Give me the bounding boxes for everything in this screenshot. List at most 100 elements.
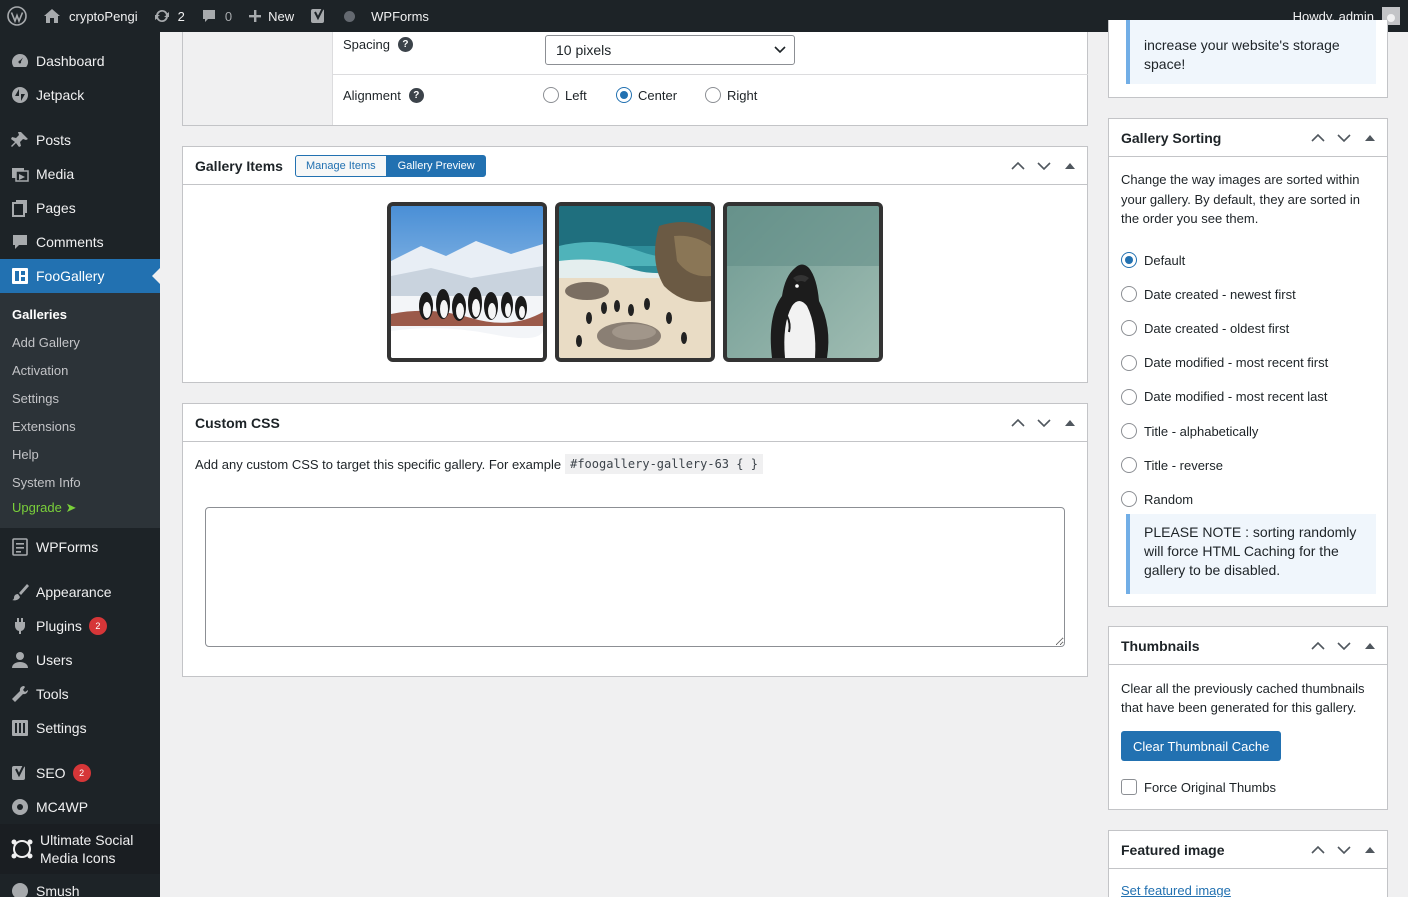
sort-option-radio[interactable] [1121,320,1137,337]
collapse-toggle-icon[interactable] [1057,410,1083,436]
menu-wpforms[interactable]: WPForms [0,530,160,564]
radio-left[interactable] [543,87,559,103]
submenu-extensions[interactable]: Extensions [0,412,160,440]
sort-option-radio[interactable] [1121,354,1137,371]
menu-posts[interactable]: Posts [0,123,160,157]
sort-option[interactable]: Default [1121,243,1381,277]
site-name-link[interactable]: cryptoPengi [35,0,146,32]
menu-pages[interactable]: Pages [0,191,160,225]
sort-option-radio[interactable] [1121,423,1137,440]
alignment-radio-center[interactable]: Center [616,87,677,103]
gallery-sorting-header: Gallery Sorting [1109,119,1387,157]
sort-option-radio[interactable] [1121,388,1137,405]
menu-jetpack[interactable]: Jetpack [0,78,160,112]
set-featured-image-link[interactable]: Set featured image [1121,883,1231,897]
sort-option-radio[interactable] [1121,457,1137,474]
wordpress-logo-icon[interactable] [0,0,35,32]
sort-option-radio[interactable] [1121,252,1137,269]
sort-option[interactable]: Title - reverse [1121,448,1381,482]
submenu-system-info[interactable]: System Info [0,468,160,496]
custom-css-textarea[interactable] [205,507,1065,647]
site-name: cryptoPengi [69,8,138,24]
gallery-thumb-3[interactable] [723,202,883,362]
yoast-seo-link[interactable] [302,0,363,32]
clear-thumbnail-cache-button[interactable]: Clear Thumbnail Cache [1121,731,1282,761]
sort-option[interactable]: Title - alphabetically [1121,414,1381,448]
menu-comments[interactable]: Comments [0,225,160,259]
status-dot-icon [344,10,356,22]
seo-notification-badge: 2 [72,764,91,782]
spacing-select[interactable]: 10 pixels [545,35,795,65]
radio-center[interactable] [616,87,632,103]
menu-foogallery[interactable]: FooGallery [0,259,160,293]
move-up-icon[interactable] [1305,125,1331,151]
sort-option[interactable]: Date created - oldest first [1121,311,1381,345]
submenu-galleries[interactable]: Galleries [0,300,160,328]
settings-tabs-column [183,32,333,125]
settings-sliders-icon [10,718,30,738]
submenu-upgrade[interactable]: Upgrade ➤ [0,496,160,520]
move-up-icon[interactable] [1005,153,1031,179]
collapse-toggle-icon[interactable] [1357,125,1383,151]
penguins-snow-image [391,206,543,358]
sort-option[interactable]: Date created - newest first [1121,277,1381,311]
home-icon [43,8,61,24]
custom-css-controls [1005,410,1087,436]
move-down-icon[interactable] [1331,837,1357,863]
penguins-beach-image [559,206,711,358]
menu-media[interactable]: Media [0,157,160,191]
move-down-icon[interactable] [1031,153,1057,179]
comments-count: 0 [224,8,233,24]
menu-dashboard[interactable]: Dashboard [0,44,160,78]
comments-icon [10,232,30,252]
sort-option[interactable]: Random [1121,482,1381,516]
new-content-link[interactable]: New [240,0,302,32]
move-down-icon[interactable] [1331,125,1357,151]
force-original-thumbs-checkbox[interactable] [1121,779,1137,795]
gallery-thumb-1[interactable] [387,202,547,362]
menu-settings[interactable]: Settings [0,711,160,745]
sort-option[interactable]: Date modified - most recent first [1121,346,1381,380]
submenu-help[interactable]: Help [0,440,160,468]
sort-option[interactable]: Date modified - most recent last [1121,380,1381,414]
gallery-sorting-panel: Gallery Sorting Change the way images ar… [1108,118,1388,607]
menu-mc4wp[interactable]: MC4WP [0,790,160,824]
move-down-icon[interactable] [1031,410,1057,436]
force-original-thumbs-row[interactable]: Force Original Thumbs [1121,779,1276,795]
submenu-activation[interactable]: Activation [0,356,160,384]
menu-plugins[interactable]: Plugins 2 [0,609,160,643]
comments-link[interactable]: 0 [193,0,240,32]
menu-plugins-label: Plugins [36,618,82,634]
thumbnails-header: Thumbnails [1109,627,1387,665]
menu-appearance[interactable]: Appearance [0,575,160,609]
gallery-preview-button[interactable]: Gallery Preview [386,154,486,177]
random-sort-note: PLEASE NOTE : sorting randomly will forc… [1126,514,1376,594]
spacing-help-icon[interactable]: ? [397,37,413,52]
move-down-icon[interactable] [1331,633,1357,659]
submenu-settings[interactable]: Settings [0,384,160,412]
gallery-thumb-2[interactable] [555,202,715,362]
submenu-add-gallery[interactable]: Add Gallery [0,328,160,356]
sort-option-radio[interactable] [1121,286,1137,303]
updates-link[interactable]: 2 [146,0,193,32]
menu-ultimate-social-media[interactable]: Ultimate Social Media Icons [0,824,160,874]
collapse-toggle-icon[interactable] [1357,837,1383,863]
move-up-icon[interactable] [1305,633,1331,659]
gallery-sorting-description: Change the way images are sorted within … [1121,172,1360,226]
menu-seo[interactable]: SEO 2 [0,756,160,790]
move-up-icon[interactable] [1305,837,1331,863]
radio-right[interactable] [705,87,721,103]
alignment-label-wrap: Alignment ? [343,88,424,103]
alignment-help-icon[interactable]: ? [408,88,424,103]
wpforms-link[interactable]: WPForms [363,0,437,32]
alignment-radio-left[interactable]: Left [543,87,587,103]
alignment-radio-right[interactable]: Right [705,87,757,103]
sort-option-radio[interactable] [1121,491,1137,508]
collapse-toggle-icon[interactable] [1357,633,1383,659]
menu-tools[interactable]: Tools [0,677,160,711]
move-up-icon[interactable] [1005,410,1031,436]
menu-smush[interactable]: Smush [0,874,160,897]
collapse-toggle-icon[interactable] [1057,153,1083,179]
manage-items-button[interactable]: Manage Items [294,154,387,177]
menu-users[interactable]: Users [0,643,160,677]
